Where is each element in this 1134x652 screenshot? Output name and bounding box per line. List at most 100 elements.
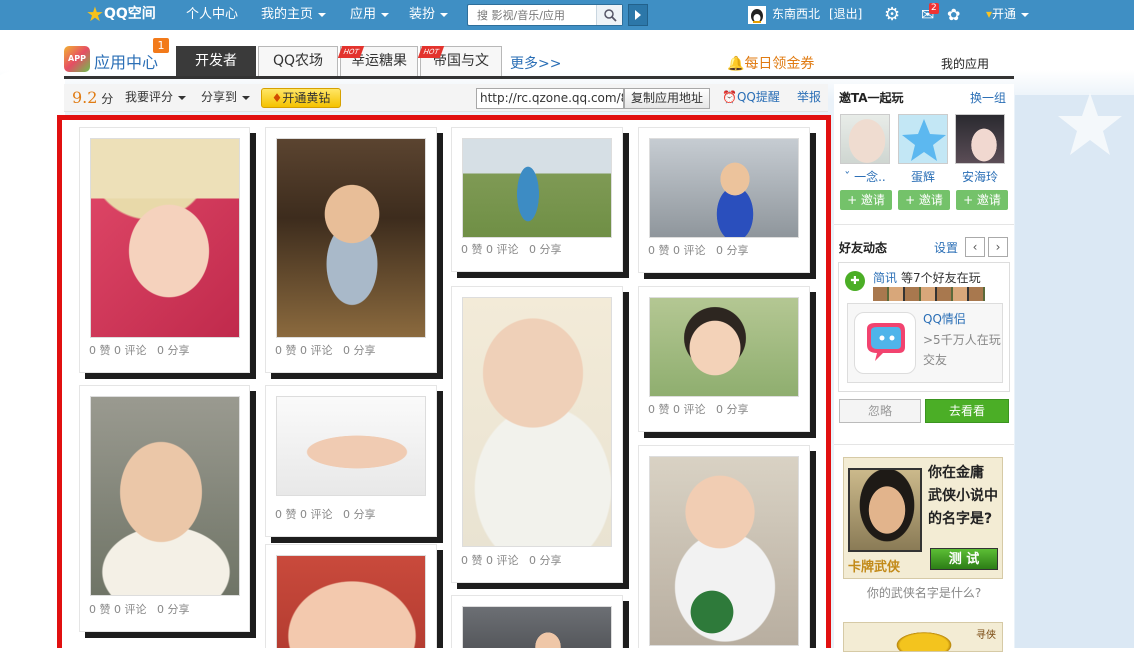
baby-photo[interactable] [90,138,240,338]
invite-button[interactable]: + 邀请 [840,190,892,210]
nav-decorate[interactable]: 装扮 [409,0,449,30]
notification-badge: 1 [153,38,169,53]
app-center-title[interactable]: 应用中心 [94,49,158,73]
friend-name[interactable]: ˇ 一念.. [838,168,892,185]
app-card[interactable]: QQ情侣 >5千万人在玩交友 [847,303,1003,383]
qq-remind-link[interactable]: ⏰QQ提醒 [722,84,780,112]
child-photo[interactable] [649,297,799,397]
invite-button[interactable]: + 邀请 [956,190,1008,210]
search-go-button[interactable] [628,4,648,26]
child-photo[interactable] [649,138,799,238]
nav-apps[interactable]: 应用 [350,0,390,30]
tab-empire[interactable]: HOT 帝国与文 [417,46,502,76]
friend-avatar[interactable] [840,114,890,164]
cloud-decoration [1015,93,1134,648]
my-apps-link[interactable]: 我的应用 [941,55,989,72]
diamond-icon: ♦ [271,91,283,105]
baby-photo[interactable] [276,555,426,648]
photo-stats: 0 赞 0 评论 0 分享 [89,344,190,357]
app-score: 9.2 分 [72,88,114,107]
baby-photo[interactable] [90,396,240,596]
copy-url-button[interactable]: 复制应用地址 [624,88,710,109]
photo-card[interactable]: 0 赞 0 评论 0 分享 [638,286,810,432]
mail-button[interactable]: ✉ 2 [921,0,939,30]
vip-open-menu[interactable]: ▾开通 [986,0,1030,30]
photo-card[interactable] [451,595,623,648]
child-photo[interactable] [462,606,612,648]
play-arrow-icon [635,10,641,20]
ad-test-button[interactable]: 测 试 [930,548,998,570]
search-box [467,4,623,26]
divider [834,444,1014,445]
child-photo[interactable] [462,138,612,238]
invite-section-title: 邀TA一起玩 [839,91,904,105]
photo-card[interactable]: 0 赞 0 评论 0 分享 [451,127,623,272]
ad-caption[interactable]: 你的武侠名字是什么? [834,584,1014,601]
wuxia-game-ad[interactable]: 你在金庸 武侠小说中 的名字是? 测 试 卡牌武侠 [843,457,1003,579]
go-see-button[interactable]: 去看看 [925,399,1009,423]
friend-avatar[interactable] [955,114,1005,164]
baby-photo[interactable] [649,456,799,646]
nav-personal-center[interactable]: 个人中心 [186,0,238,30]
daily-coupon-link[interactable]: 🔔每日领金券 [727,53,814,73]
header-divider [64,76,1014,79]
user-avatar[interactable] [748,0,770,30]
hot-badge: HOT [337,46,365,58]
gear-icon: ⚙ [884,4,901,25]
app-toolbar: 9.2 分 我要评分 分享到 ♦开通黄钻 http://rc.qzone.qq.… [64,84,828,112]
baby-photo[interactable] [462,297,612,547]
prev-button[interactable]: ‹ [965,237,985,257]
apps-clover-button[interactable]: ✿ [947,0,960,30]
baby-photo[interactable] [276,396,426,496]
photo-card[interactable]: 0 赞 0 评论 0 分享 [79,127,250,373]
photo-card[interactable]: 0 赞 0 评论 0 分享 [638,127,810,273]
photo-card[interactable]: 0 赞 0 评论 0 分享 [265,385,437,537]
qq-couple-app-icon [854,312,916,374]
blue-star-icon [902,119,946,161]
more-tabs-link[interactable]: 更多>> [510,53,561,73]
ignore-button[interactable]: 忽略 [839,399,921,423]
search-button[interactable] [596,5,622,25]
tab-qq-farm[interactable]: QQ农场 [258,46,338,76]
invite-button[interactable]: + 邀请 [898,190,950,210]
bell-icon: 🔔 [727,56,745,72]
baby-photo[interactable] [276,138,426,338]
photo-stats: 0 赞 0 评论 0 分享 [461,243,562,256]
photo-card[interactable] [638,445,810,648]
photo-card[interactable]: 0 赞 0 评论 0 分享 [79,385,250,632]
username-link[interactable]: 东南西北 [772,0,820,30]
friend-avatars-strip [873,287,985,301]
app-url-field[interactable]: http://rc.qzone.qq.com/88 [476,88,624,109]
right-sidebar: 邀TA一起玩 换一组 ˇ 一念.. 蛋辉 安海玲 + 邀请 + 邀请 + 邀请 … [834,84,1014,652]
feed-settings-link[interactable]: 设置 [934,239,958,256]
photo-stats: 0 赞 0 评论 0 分享 [648,403,749,416]
friend-name[interactable]: 安海玲 [953,168,1007,185]
chevron-down-icon [178,95,187,100]
friend-name[interactable]: 蛋辉 [896,168,950,185]
switch-group-link[interactable]: 换一组 [970,89,1006,106]
photo-card[interactable]: 0 赞 0 评论 0 分享 [451,286,623,583]
settings-button[interactable]: ⚙ [884,0,900,30]
friend-avatar[interactable] [898,114,948,164]
feed-user-link[interactable]: 简讯 [873,269,897,286]
photo-card[interactable] [265,544,437,648]
chevron-down-icon [242,95,251,100]
nav-my-homepage[interactable]: 我的主页 [261,0,327,30]
photo-card[interactable]: 0 赞 0 评论 0 分享 [265,127,437,373]
next-button[interactable]: › [988,237,1008,257]
tab-developer[interactable]: 开发者 [176,46,256,76]
star-icon: ★ [86,2,104,26]
report-link[interactable]: 举报 [797,84,821,112]
logout-link[interactable]: [退出] [829,0,862,30]
app-name-link[interactable]: QQ情侣 [923,310,966,327]
hot-badge: HOT [417,46,445,58]
app-center-logo[interactable]: APP [64,46,90,72]
search-input[interactable] [468,5,596,25]
rate-dropdown[interactable]: 我要评分 [125,84,187,112]
share-dropdown[interactable]: 分享到 [201,84,251,112]
yellow-diamond-button[interactable]: ♦开通黄钻 [261,88,341,108]
qzone-logo[interactable]: ★QQ空间 [86,0,156,30]
divider [834,224,1014,225]
feed-text: 等7个好友在玩 [901,271,981,285]
tab-lucky-candy[interactable]: HOT 幸运糖果 [337,46,418,76]
